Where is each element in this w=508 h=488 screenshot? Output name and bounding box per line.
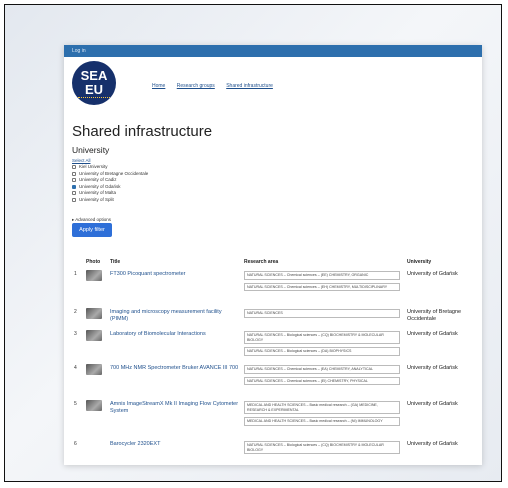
row-number: 2 xyxy=(74,309,77,315)
main-nav: Home Research groups Shared infrastructu… xyxy=(152,83,283,89)
university-option[interactable]: University of Split xyxy=(72,197,148,204)
equipment-photo[interactable] xyxy=(86,364,102,375)
sea-eu-logo[interactable]: SEA EU xyxy=(72,61,116,105)
row-number: 1 xyxy=(74,271,77,277)
checkbox-icon[interactable] xyxy=(72,165,76,170)
row-number: 4 xyxy=(74,365,77,371)
university-cell: University of Gdańsk xyxy=(407,365,458,371)
row-number: 5 xyxy=(74,401,77,407)
research-area-tag: NATURAL SCIENCES – Biological sciences –… xyxy=(244,441,400,455)
nav-home[interactable]: Home xyxy=(152,83,165,89)
checkbox-icon[interactable] xyxy=(72,191,76,196)
equipment-title-link[interactable]: Laboratory of Biomolecular Interactions xyxy=(110,331,240,338)
university-cell: University of Gdańsk xyxy=(407,441,458,447)
row-number: 3 xyxy=(74,331,77,337)
university-cell: University of Gdańsk xyxy=(407,331,458,337)
select-all-link[interactable]: Select All xyxy=(72,158,91,163)
apply-filter-button[interactable]: Apply filter xyxy=(72,223,112,237)
screenshot-frame: Log in SEA EU Home Research groups Share… xyxy=(4,4,502,482)
equipment-title-link[interactable]: Amnis ImageStreamX Mk II Imaging Flow Cy… xyxy=(110,401,240,415)
header-title: Title xyxy=(110,259,121,265)
top-bar: Log in xyxy=(64,45,482,57)
university-cell: University of Bretagne Occidentale xyxy=(407,309,462,322)
research-area-tag: NATURAL SCIENCES – Chemical sciences – (… xyxy=(244,376,400,386)
research-area-tag: NATURAL SCIENCES – Chemical sciences – (… xyxy=(244,365,400,374)
research-area-tag: NATURAL SCIENCES – Biological sciences –… xyxy=(244,331,400,345)
university-filter-heading: University xyxy=(72,145,110,155)
research-area-list: NATURAL SCIENCES – Biological sciences –… xyxy=(244,331,400,359)
university-cell: University of Gdańsk xyxy=(407,271,458,277)
equipment-title-link[interactable]: 700 MHz NMR Spectrometer Bruker AVANCE I… xyxy=(110,365,240,372)
web-page: Log in SEA EU Home Research groups Share… xyxy=(64,45,482,465)
university-options: Kiel University University of Bretagne Oc… xyxy=(72,164,148,203)
equipment-title-link[interactable]: Barocycler 2320EXT xyxy=(110,441,240,448)
research-area-tag: NATURAL SCIENCES – Biological sciences –… xyxy=(244,347,400,356)
equipment-photo[interactable] xyxy=(86,330,102,341)
header-research-area: Research area xyxy=(244,259,279,265)
checkbox-icon[interactable] xyxy=(72,171,76,176)
login-link[interactable]: Log in xyxy=(72,48,86,54)
research-area-tag: MEDICAL AND HEALTH SCIENCES – Basic medi… xyxy=(244,417,400,426)
research-area-tag: MEDICAL AND HEALTH SCIENCES – Basic medi… xyxy=(244,401,400,415)
university-option-label: University of Split xyxy=(79,196,114,202)
nav-shared-infrastructure[interactable]: Shared infrastructure xyxy=(226,83,273,89)
logo-text-eu: EU xyxy=(84,82,104,97)
site-header: SEA EU Home Research groups Shared infra… xyxy=(64,57,482,117)
checkbox-icon[interactable] xyxy=(72,197,76,202)
research-area-list: NATURAL SCIENCES xyxy=(244,309,400,321)
equipment-photo[interactable] xyxy=(86,400,102,411)
university-cell: University of Gdańsk xyxy=(407,401,458,407)
research-area-list: NATURAL SCIENCES – Biological sciences –… xyxy=(244,441,400,457)
research-area-tag: NATURAL SCIENCES – Chemical sciences – (… xyxy=(244,282,400,292)
logo-text-sea: SEA xyxy=(80,68,108,83)
research-area-tag: NATURAL SCIENCES – Chemical sciences – (… xyxy=(244,271,400,280)
page-title: Shared infrastructure xyxy=(72,123,213,140)
research-area-tag: NATURAL SCIENCES xyxy=(244,309,400,318)
equipment-photo[interactable] xyxy=(86,308,102,319)
research-area-list: NATURAL SCIENCES – Chemical sciences – (… xyxy=(244,271,400,294)
header-photo: Photo xyxy=(86,259,101,265)
research-area-list: NATURAL SCIENCES – Chemical sciences – (… xyxy=(244,365,400,388)
equipment-title-link[interactable]: FT300 Picoquant spectrometer xyxy=(110,271,240,278)
checkbox-icon[interactable] xyxy=(72,178,76,183)
equipment-title-link[interactable]: Imaging and microscopy measurement facil… xyxy=(110,309,240,323)
header-university: University xyxy=(407,259,432,265)
checkbox-icon[interactable] xyxy=(72,184,76,189)
row-number: 6 xyxy=(74,441,77,447)
nav-research-groups[interactable]: Research groups xyxy=(177,83,215,89)
research-area-list: MEDICAL AND HEALTH SCIENCES – Basic medi… xyxy=(244,401,400,429)
equipment-photo[interactable] xyxy=(86,270,102,281)
logo-stars-icon xyxy=(78,97,110,102)
